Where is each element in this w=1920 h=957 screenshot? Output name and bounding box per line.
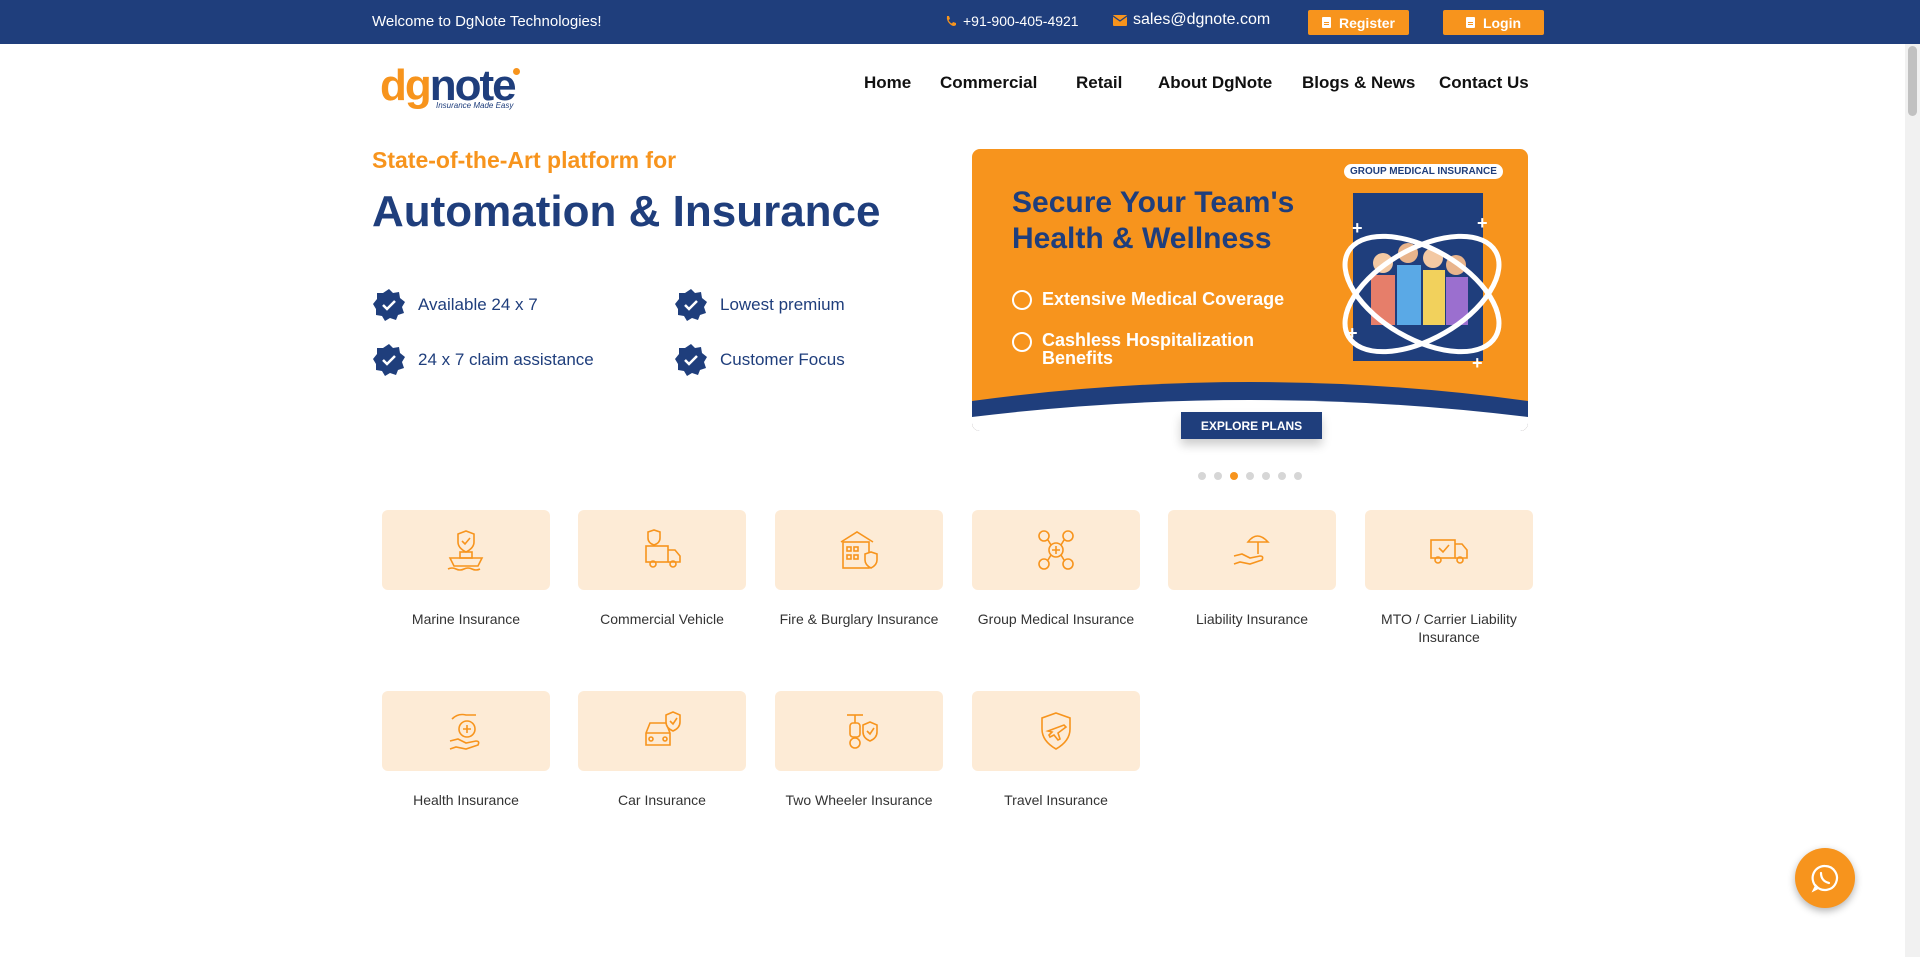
whatsapp-chat-button[interactable] xyxy=(1795,848,1855,908)
carousel-dot-active[interactable] xyxy=(1230,472,1238,480)
category-label: Car Insurance xyxy=(618,792,706,808)
promo-banner[interactable]: + + + + GROUP MEDICAL INSURANCE Secure Y… xyxy=(972,149,1528,431)
category-travel[interactable]: Travel Insurance xyxy=(972,691,1140,809)
check-badge-icon xyxy=(675,289,707,321)
login-label: Login xyxy=(1482,14,1522,31)
welcome-text: Welcome to DgNote Technologies! xyxy=(372,13,602,30)
nav-retail[interactable]: Retail xyxy=(1076,73,1122,93)
phone-icon xyxy=(946,16,956,26)
feature-label: 24 x 7 claim assistance xyxy=(418,350,594,369)
logo-dot xyxy=(513,68,520,75)
category-car[interactable]: Car Insurance xyxy=(578,691,746,809)
logo-tagline: Insurance Made Easy xyxy=(436,101,514,110)
plane-shield-icon xyxy=(1041,712,1071,750)
feature-item: Available 24 x 7 xyxy=(372,288,538,322)
phone-link[interactable]: +91-900-405-4921 xyxy=(945,13,1079,29)
feature-item: Lowest premium xyxy=(674,288,845,322)
whatsapp-icon xyxy=(1811,864,1839,893)
banner-point-label: Cashless Hospitalization xyxy=(1042,330,1255,350)
category-group-medical[interactable]: Group Medical Insurance xyxy=(972,510,1140,628)
category-two-wheeler[interactable]: Two Wheeler Insurance xyxy=(775,691,943,809)
car-shield-icon xyxy=(645,711,681,746)
carousel-dot[interactable] xyxy=(1198,472,1206,480)
category-mto-carrier[interactable]: MTO / Carrier Liability Insurance xyxy=(1365,510,1533,646)
category-label: Marine Insurance xyxy=(411,611,521,627)
carrier-truck-icon xyxy=(1430,539,1468,564)
category-label: Liability Insurance xyxy=(1195,611,1309,627)
category-health[interactable]: Health Insurance xyxy=(382,691,550,809)
document-icon xyxy=(1465,17,1475,28)
svg-text:+: + xyxy=(1347,323,1358,343)
svg-text:+: + xyxy=(1472,353,1483,373)
carousel-dot[interactable] xyxy=(1262,472,1270,480)
feature-label: Lowest premium xyxy=(720,295,845,314)
check-badge-icon xyxy=(373,289,405,321)
nav-contact[interactable]: Contact Us xyxy=(1439,73,1529,93)
svg-text:+: + xyxy=(1477,213,1488,233)
banner-headline: Secure Your Team's Health & Wellness xyxy=(1012,185,1294,257)
scooter-shield-icon xyxy=(847,714,878,749)
carousel-dot[interactable] xyxy=(1278,472,1286,480)
category-label: Fire & Burglary Insurance xyxy=(779,611,939,627)
check-badge-icon xyxy=(373,344,405,376)
medical-circle-icon xyxy=(1012,290,1032,310)
category-label: Group Medical Insurance xyxy=(977,611,1135,627)
carousel-dots xyxy=(1198,472,1302,480)
nav-commercial[interactable]: Commercial xyxy=(940,73,1037,93)
category-label: MTO / Carrier Liability Insurance xyxy=(1381,611,1517,645)
explore-plans-button[interactable]: EXPLORE PLANS xyxy=(1181,412,1322,439)
hospital-circle-icon xyxy=(1012,332,1032,352)
orbit-decoration: + + + + xyxy=(1342,213,1502,373)
banner-tag: GROUP MEDICAL INSURANCE xyxy=(1344,164,1503,179)
hero-title: Automation & Insurance xyxy=(372,187,881,236)
banner-point: Extensive Medical Coverage xyxy=(1012,289,1284,310)
phone-number: +91-900-405-4921 xyxy=(963,13,1079,29)
category-label: Travel Insurance xyxy=(1004,792,1108,808)
register-button[interactable]: Register xyxy=(1308,10,1409,35)
category-liability[interactable]: Liability Insurance xyxy=(1168,510,1336,628)
category-label: Commercial Vehicle xyxy=(600,611,724,627)
feature-item: 24 x 7 claim assistance xyxy=(372,343,594,377)
hand-umbrella-icon xyxy=(1233,535,1270,565)
category-label: Health Insurance xyxy=(413,792,519,808)
check-badge-icon xyxy=(675,344,707,376)
banner-headline-2: Health & Wellness xyxy=(1012,222,1272,255)
category-marine[interactable]: Marine Insurance xyxy=(382,510,550,628)
document-icon xyxy=(1321,17,1331,28)
email-link[interactable]: sales@dgnote.com xyxy=(1113,11,1270,29)
carousel-dot[interactable] xyxy=(1294,472,1302,480)
register-label: Register xyxy=(1338,14,1396,31)
truck-shield-icon xyxy=(645,529,681,568)
building-shield-icon xyxy=(840,531,878,569)
top-bar: Welcome to DgNote Technologies! +91-900-… xyxy=(0,0,1920,44)
feature-item: Customer Focus xyxy=(674,343,845,377)
category-label: Two Wheeler Insurance xyxy=(785,792,933,808)
banner-point-label: Extensive Medical Coverage xyxy=(1042,289,1285,309)
group-medical-icon xyxy=(1038,530,1074,570)
logo-dg: dg xyxy=(380,61,432,110)
feature-label: Available 24 x 7 xyxy=(418,295,538,314)
email-address: sales@dgnote.com xyxy=(1133,11,1271,28)
dgnote-logo[interactable]: dgnote Insurance Made Easy xyxy=(380,64,525,114)
hero-subtitle: State-of-the-Art platform for xyxy=(372,147,677,173)
login-button[interactable]: Login xyxy=(1443,10,1544,35)
page-scrollbar[interactable] xyxy=(1905,44,1920,957)
banner-point: Cashless Hospitalization Benefits xyxy=(1012,331,1254,367)
nav-blogs-news[interactable]: Blogs & News xyxy=(1302,73,1415,93)
category-commercial-vehicle[interactable]: Commercial Vehicle xyxy=(578,510,746,628)
nav-home[interactable]: Home xyxy=(864,73,911,93)
carousel-dot[interactable] xyxy=(1246,472,1254,480)
scrollbar-thumb[interactable] xyxy=(1908,46,1917,116)
banner-point-label-2: Benefits xyxy=(1042,348,1114,368)
ship-shield-icon xyxy=(447,530,484,571)
mail-icon xyxy=(1113,14,1127,26)
feature-label: Customer Focus xyxy=(720,350,845,369)
svg-text:+: + xyxy=(1352,218,1363,238)
nav-about[interactable]: About DgNote xyxy=(1158,73,1272,93)
category-fire-burglary[interactable]: Fire & Burglary Insurance xyxy=(775,510,943,628)
carousel-dot[interactable] xyxy=(1214,472,1222,480)
banner-headline-1: Secure Your Team's xyxy=(1012,186,1295,219)
hand-health-icon xyxy=(449,713,480,750)
